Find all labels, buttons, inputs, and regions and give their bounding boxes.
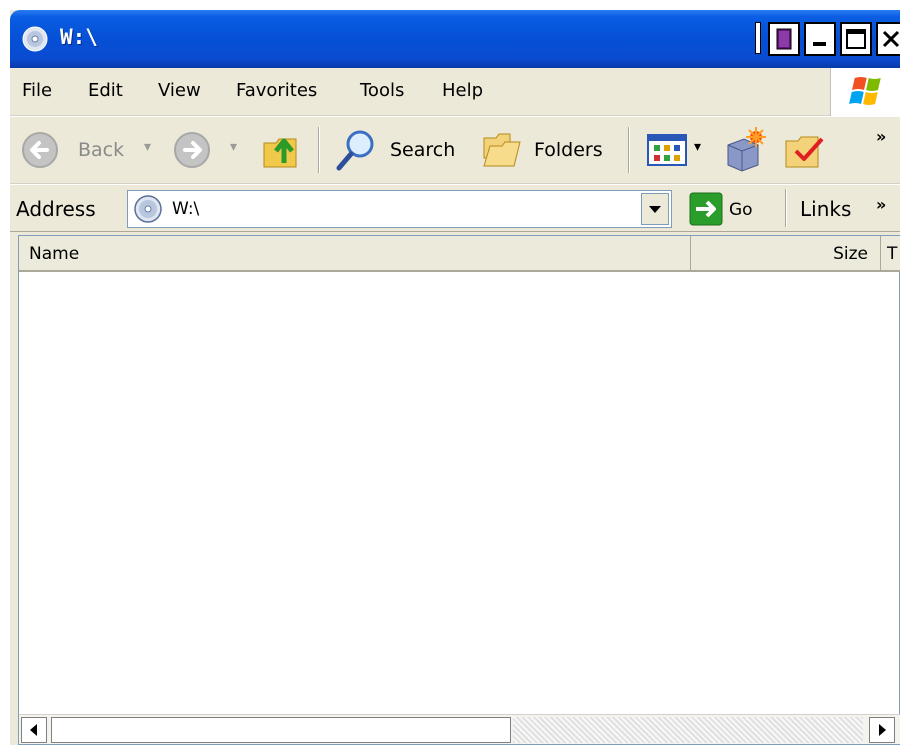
address-bar: Address W:\ Go Links » xyxy=(10,184,900,232)
cd-drive-icon xyxy=(22,26,48,52)
minimize-icon xyxy=(813,42,826,46)
taskbar-icon xyxy=(776,28,792,50)
dropdown-arrow-icon xyxy=(649,206,661,213)
window-title: W:\ xyxy=(60,25,98,49)
scroll-track[interactable] xyxy=(513,717,863,743)
back-dropdown-icon[interactable]: ▾ xyxy=(144,139,151,155)
links-button[interactable]: Links xyxy=(800,197,851,221)
views-icon xyxy=(647,134,687,166)
back-button[interactable]: Back ▾ xyxy=(16,125,166,175)
go-button[interactable]: Go xyxy=(685,191,765,227)
minimize-button[interactable] xyxy=(804,22,836,56)
address-value: W:\ xyxy=(172,199,200,219)
menu-help[interactable]: Help xyxy=(442,80,483,101)
standard-toolbar: Back ▾ ▾ Search Folders ▾ » xyxy=(10,116,900,184)
address-input[interactable]: W:\ xyxy=(127,190,672,228)
views-button[interactable]: ▾ xyxy=(642,125,712,175)
folders-label: Folders xyxy=(534,139,603,161)
column-type-label: T xyxy=(887,244,898,264)
explorer-window: W:\ File Edit View Favorites Tools Help … xyxy=(10,10,900,745)
task-button[interactable] xyxy=(768,22,800,56)
links-overflow[interactable]: » xyxy=(876,195,886,214)
go-label: Go xyxy=(729,200,753,220)
back-arrow-icon xyxy=(22,132,58,168)
menu-view[interactable]: View xyxy=(158,80,201,101)
maximize-button[interactable] xyxy=(840,22,872,56)
search-label: Search xyxy=(390,139,456,161)
scroll-right-icon xyxy=(879,724,886,736)
close-icon xyxy=(882,30,900,48)
cd-drive-icon xyxy=(134,195,162,223)
column-header-name[interactable]: Name xyxy=(19,236,691,270)
folders-button[interactable]: Folders xyxy=(480,125,620,175)
menu-bar: File Edit View Favorites Tools Help xyxy=(10,68,900,116)
horizontal-scrollbar[interactable] xyxy=(19,714,900,744)
column-header-type[interactable]: T xyxy=(881,236,900,270)
folder-check-icon xyxy=(785,136,824,168)
scroll-thumb[interactable] xyxy=(51,717,511,743)
folders-icon xyxy=(483,133,521,167)
scroll-left-button[interactable] xyxy=(21,717,47,743)
views-dropdown-icon[interactable]: ▾ xyxy=(694,139,701,155)
menu-edit[interactable]: Edit xyxy=(88,80,123,101)
folder-up-icon xyxy=(263,138,297,168)
cd-writer-icon xyxy=(727,127,766,172)
cd-burn-button[interactable] xyxy=(722,125,772,175)
toolbar-separator xyxy=(318,127,320,173)
address-separator xyxy=(785,189,787,227)
column-header-size[interactable]: Size xyxy=(691,236,881,270)
column-header-row: Name Size T xyxy=(19,236,900,272)
caption-grip xyxy=(755,22,761,54)
toolbar-overflow[interactable]: » xyxy=(876,127,886,146)
task-folder-button[interactable] xyxy=(782,125,832,175)
search-button[interactable]: Search xyxy=(332,125,472,175)
go-arrow-icon xyxy=(689,192,723,226)
menu-file[interactable]: File xyxy=(22,80,52,101)
forward-arrow-icon xyxy=(174,132,210,168)
column-size-label: Size xyxy=(833,244,868,264)
forward-dropdown-icon[interactable]: ▾ xyxy=(230,139,237,155)
menu-favorites[interactable]: Favorites xyxy=(236,80,317,101)
file-list-view[interactable]: Name Size T xyxy=(18,235,900,745)
back-label: Back xyxy=(78,139,125,161)
address-dropdown-button[interactable] xyxy=(641,193,669,225)
maximize-icon xyxy=(846,29,866,49)
address-label: Address xyxy=(16,197,96,221)
close-button[interactable] xyxy=(876,22,900,56)
magnifier-icon xyxy=(336,130,374,171)
forward-button[interactable]: ▾ xyxy=(172,125,252,175)
column-name-label: Name xyxy=(29,244,80,264)
up-button[interactable] xyxy=(260,125,308,175)
toolbar-separator xyxy=(628,127,630,173)
scroll-left-icon xyxy=(30,724,37,736)
windows-logo-area xyxy=(830,68,900,116)
menu-tools[interactable]: Tools xyxy=(360,80,404,101)
scroll-right-button[interactable] xyxy=(869,717,895,743)
title-bar[interactable]: W:\ xyxy=(10,10,900,68)
windows-logo-icon xyxy=(849,77,881,105)
